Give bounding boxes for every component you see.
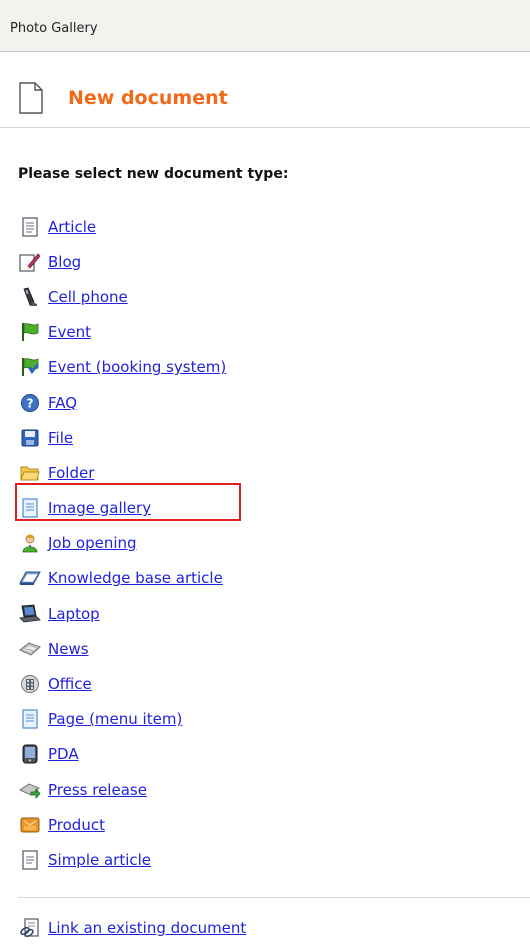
page-menu-item-icon bbox=[18, 708, 42, 730]
press-release-link[interactable]: Press release bbox=[48, 781, 147, 799]
list-item-news[interactable]: News bbox=[18, 631, 498, 666]
article-icon bbox=[18, 216, 42, 238]
blog-icon bbox=[18, 251, 42, 273]
news-link[interactable]: News bbox=[48, 640, 89, 658]
faq-link[interactable]: FAQ bbox=[48, 394, 77, 412]
list-item-office[interactable]: Office bbox=[18, 666, 498, 701]
page-header: New document bbox=[0, 52, 530, 128]
image-gallery-icon bbox=[18, 497, 42, 519]
breadcrumb: Photo Gallery bbox=[0, 0, 530, 52]
list-item-image-gallery[interactable]: Image gallery bbox=[18, 491, 498, 526]
blog-link[interactable]: Blog bbox=[48, 253, 81, 271]
list-item-product[interactable]: Product bbox=[18, 807, 498, 842]
list-item-press-release[interactable]: Press release bbox=[18, 772, 498, 807]
list-item-blog[interactable]: Blog bbox=[18, 244, 498, 279]
list-item-folder[interactable]: Folder bbox=[18, 455, 498, 490]
divider bbox=[18, 897, 530, 898]
list-item-job-opening[interactable]: Job opening bbox=[18, 526, 498, 561]
list-item-simple-article[interactable]: Simple article bbox=[18, 842, 498, 877]
link-document-icon bbox=[18, 917, 42, 939]
list-item-file[interactable]: File bbox=[18, 420, 498, 455]
list-item-event-booking[interactable]: Event (booking system) bbox=[18, 350, 498, 385]
press-release-icon bbox=[18, 779, 42, 801]
document-type-list: Article Blog Cell phone Event Event (boo… bbox=[18, 209, 498, 878]
pda-icon bbox=[18, 743, 42, 765]
list-item-cell-phone[interactable]: Cell phone bbox=[18, 279, 498, 314]
event-booking-icon bbox=[18, 356, 42, 378]
file-save-icon bbox=[18, 427, 42, 449]
breadcrumb-label: Photo Gallery bbox=[10, 21, 98, 36]
new-document-icon bbox=[19, 82, 43, 114]
cell-phone-link[interactable]: Cell phone bbox=[48, 288, 128, 306]
job-opening-icon bbox=[18, 532, 42, 554]
knowledge-base-link[interactable]: Knowledge base article bbox=[48, 569, 223, 587]
simple-article-link[interactable]: Simple article bbox=[48, 851, 151, 869]
laptop-link[interactable]: Laptop bbox=[48, 605, 100, 623]
list-item-article[interactable]: Article bbox=[18, 209, 498, 244]
office-icon bbox=[18, 673, 42, 695]
list-item-pda[interactable]: PDA bbox=[18, 737, 498, 772]
list-item-laptop[interactable]: Laptop bbox=[18, 596, 498, 631]
news-icon bbox=[18, 638, 42, 660]
file-link[interactable]: File bbox=[48, 429, 73, 447]
svg-text:?: ? bbox=[27, 396, 34, 410]
laptop-icon bbox=[18, 603, 42, 625]
product-icon bbox=[18, 814, 42, 836]
list-item-faq[interactable]: ? FAQ bbox=[18, 385, 498, 420]
list-item-page-menu-item[interactable]: Page (menu item) bbox=[18, 702, 498, 737]
link-existing-document-link[interactable]: Link an existing document bbox=[48, 919, 246, 937]
pda-link[interactable]: PDA bbox=[48, 745, 79, 763]
list-item-event[interactable]: Event bbox=[18, 315, 498, 350]
select-type-prompt: Please select new document type: bbox=[18, 166, 289, 182]
page-title: New document bbox=[68, 87, 228, 109]
office-link[interactable]: Office bbox=[48, 675, 92, 693]
job-opening-link[interactable]: Job opening bbox=[48, 534, 137, 552]
folder-icon bbox=[18, 462, 42, 484]
link-existing-document[interactable]: Link an existing document bbox=[18, 917, 246, 939]
article-link[interactable]: Article bbox=[48, 218, 96, 236]
event-link[interactable]: Event bbox=[48, 323, 91, 341]
cell-phone-icon bbox=[18, 286, 42, 308]
image-gallery-link[interactable]: Image gallery bbox=[48, 499, 151, 517]
faq-help-icon: ? bbox=[18, 392, 42, 414]
list-item-knowledge-base[interactable]: Knowledge base article bbox=[18, 561, 498, 596]
event-booking-link[interactable]: Event (booking system) bbox=[48, 358, 226, 376]
knowledge-base-icon bbox=[18, 567, 42, 589]
event-flag-icon bbox=[18, 321, 42, 343]
product-link[interactable]: Product bbox=[48, 816, 105, 834]
folder-link[interactable]: Folder bbox=[48, 464, 94, 482]
simple-article-icon bbox=[18, 849, 42, 871]
page-menu-item-link[interactable]: Page (menu item) bbox=[48, 710, 182, 728]
